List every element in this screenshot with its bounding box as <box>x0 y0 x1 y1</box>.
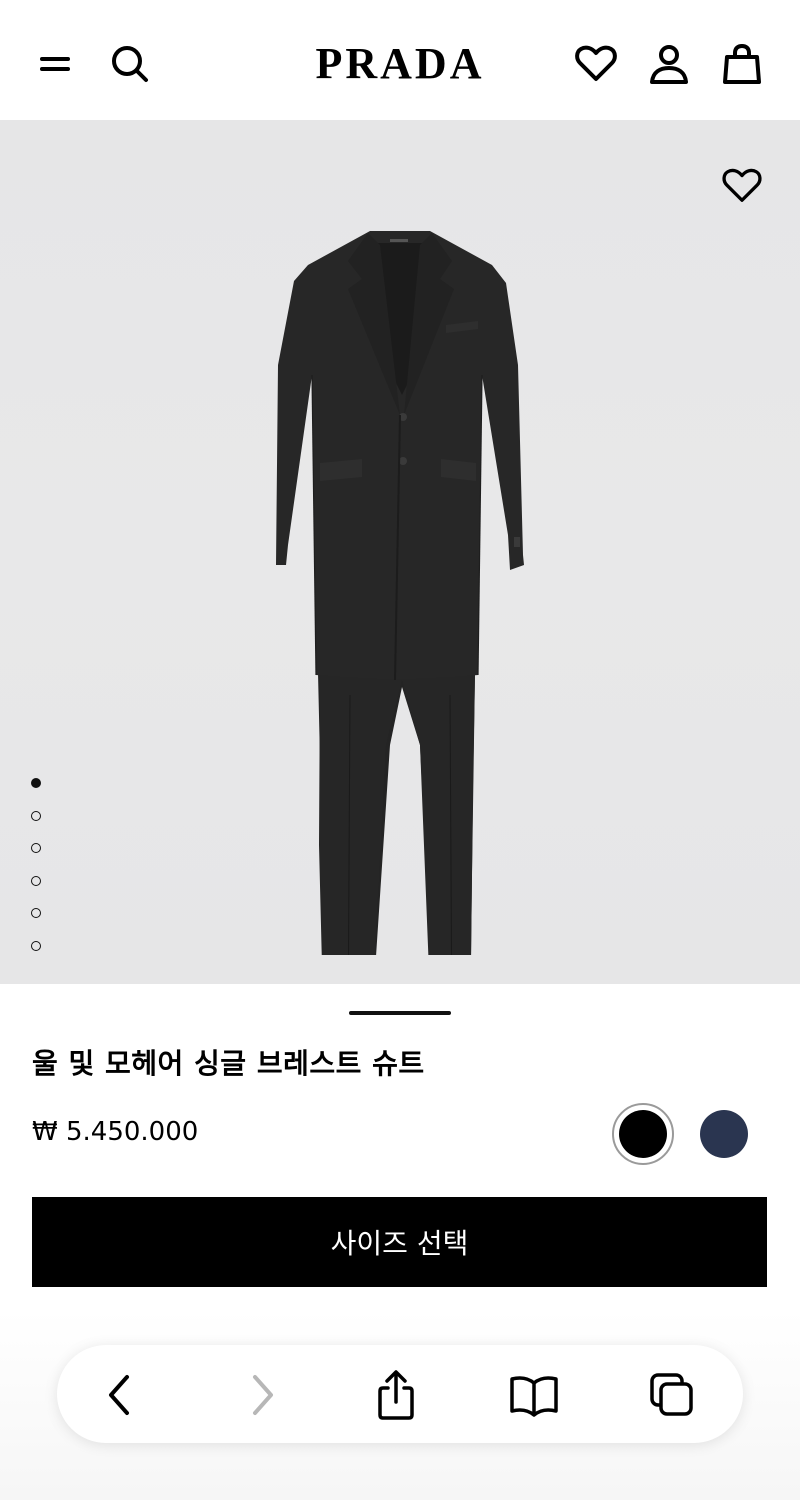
product-image-gallery[interactable] <box>0 120 800 984</box>
user-icon[interactable] <box>645 40 693 88</box>
product-price: ₩ 5.450.000 <box>32 1117 199 1147</box>
gallery-pagination <box>31 778 41 973</box>
gallery-dot[interactable] <box>31 843 41 853</box>
tabs-icon[interactable] <box>646 1369 698 1421</box>
favorite-heart-icon[interactable] <box>718 162 766 210</box>
top-header: PRADA <box>0 0 800 120</box>
product-title: 울 및 모헤어 싱글 브레스트 슈트 <box>32 1047 425 1080</box>
gallery-dot[interactable] <box>31 940 41 951</box>
gallery-dot[interactable] <box>31 810 41 821</box>
select-size-button[interactable]: 사이즈 선택 <box>32 1197 767 1287</box>
sheet-handle[interactable] <box>349 1011 451 1015</box>
back-icon[interactable] <box>94 1369 146 1421</box>
brand-name[interactable]: PRADA <box>316 39 485 88</box>
share-icon[interactable] <box>370 1369 422 1421</box>
forward-icon[interactable] <box>236 1369 288 1421</box>
heart-icon[interactable] <box>572 40 620 88</box>
bookmarks-icon[interactable] <box>508 1369 560 1421</box>
shopping-bag-icon[interactable] <box>718 40 766 88</box>
color-swatch-navy[interactable] <box>700 1110 748 1158</box>
color-swatch-black[interactable] <box>612 1103 674 1165</box>
gallery-dot[interactable] <box>31 778 41 788</box>
gallery-dot[interactable] <box>31 875 41 886</box>
suit-image <box>276 231 524 955</box>
gallery-dot[interactable] <box>31 908 41 918</box>
